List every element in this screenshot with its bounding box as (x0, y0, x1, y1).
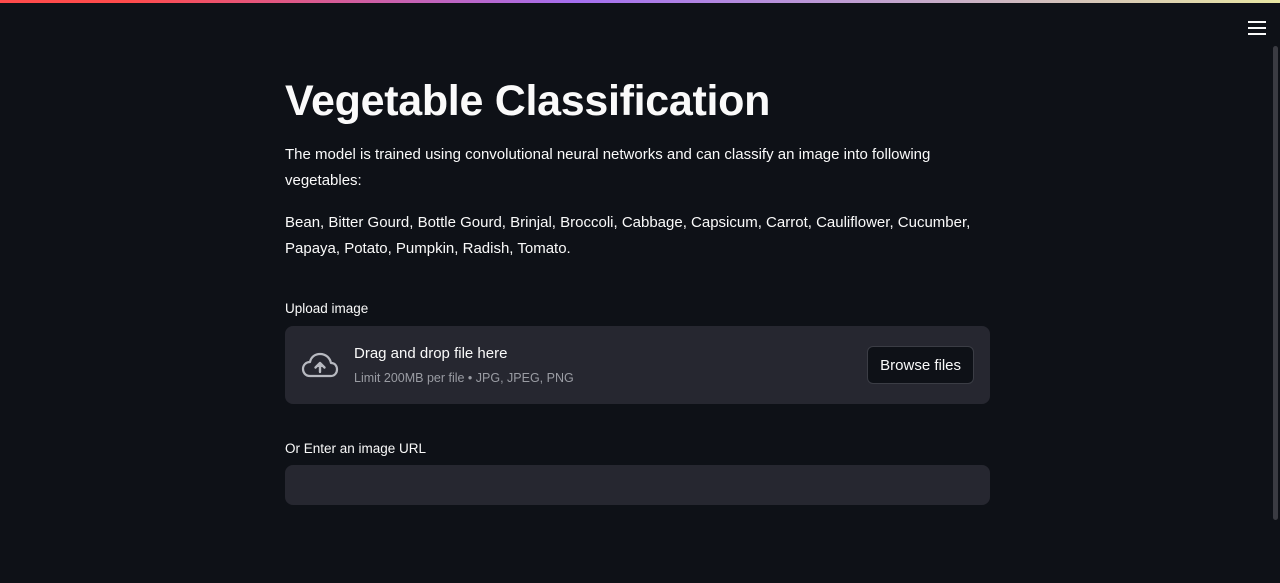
browse-files-button[interactable]: Browse files (867, 346, 974, 384)
file-dropzone[interactable]: Drag and drop file here Limit 200MB per … (285, 326, 990, 404)
main-content: Vegetable Classification The model is tr… (285, 74, 990, 505)
top-decoration-bar (0, 0, 1280, 3)
page-scrollbar[interactable] (1273, 46, 1278, 520)
cloud-upload-icon (301, 346, 339, 384)
vegetable-list-text: Bean, Bitter Gourd, Bottle Gourd, Brinja… (285, 214, 971, 257)
main-menu-button[interactable] (1244, 15, 1270, 41)
description-text: The model is trained using convolutional… (285, 146, 931, 189)
drop-title: Drag and drop file here (354, 345, 508, 362)
file-limit-text: Limit 200MB per file • JPG, JPEG, PNG (354, 371, 574, 385)
upload-image-label: Upload image (285, 301, 369, 316)
image-url-input[interactable] (285, 465, 990, 505)
dropzone-instructions: Drag and drop file here Limit 200MB per … (354, 344, 574, 386)
hamburger-menu-icon (1248, 21, 1266, 35)
image-url-label: Or Enter an image URL (285, 441, 427, 456)
page-title: Vegetable Classification (285, 77, 771, 125)
